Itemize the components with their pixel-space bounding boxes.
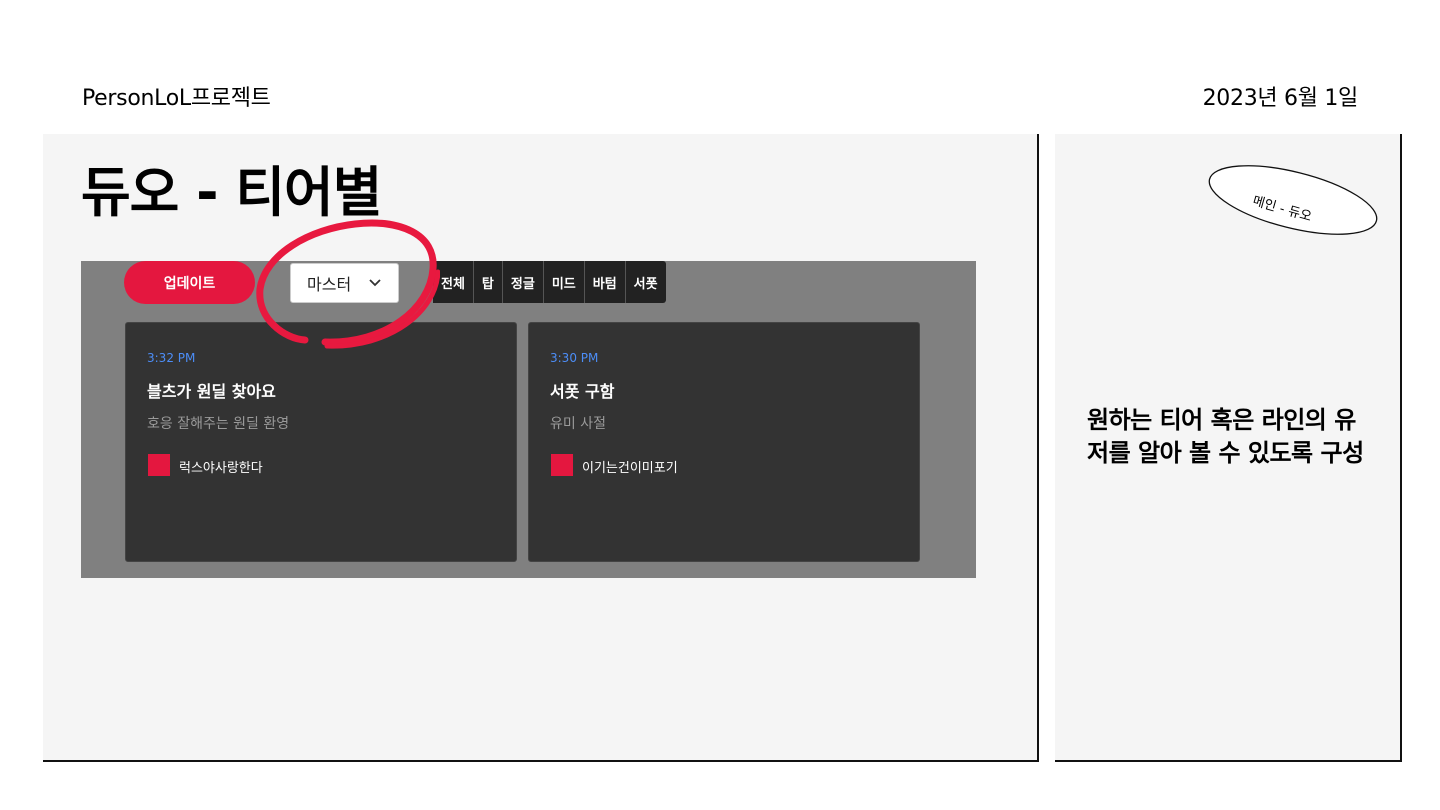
avatar bbox=[551, 454, 573, 476]
lane-tab-all[interactable]: 전체 bbox=[433, 261, 474, 303]
post-time: 3:30 PM bbox=[550, 351, 599, 365]
page-title: 듀오 - 티어별 bbox=[81, 161, 382, 224]
post-title: 블츠가 원딜 찾아요 bbox=[147, 382, 276, 401]
post-description: 호응 잘해주는 원딜 환영 bbox=[147, 416, 290, 432]
tier-select[interactable]: 마스터 bbox=[290, 263, 399, 303]
lane-tab-top[interactable]: 탑 bbox=[474, 261, 503, 303]
tier-select-value: 마스터 bbox=[307, 275, 352, 294]
lane-tab-bottom[interactable]: 바텀 bbox=[585, 261, 626, 303]
lane-tab-support[interactable]: 서폿 bbox=[626, 261, 666, 303]
update-button[interactable]: 업데이트 bbox=[124, 261, 255, 304]
post-description: 유미 사절 bbox=[550, 416, 606, 432]
lane-filter-tabs: 전체 탑 정글 미드 바텀 서폿 bbox=[433, 261, 666, 303]
duo-post-card[interactable]: 3:30 PM 서폿 구함 유미 사절 이기는건이미포기 bbox=[528, 322, 920, 562]
lane-tab-mid[interactable]: 미드 bbox=[544, 261, 585, 303]
duo-page-mockup: 업데이트 마스터 전체 탑 정글 미드 바텀 서폿 3:32 PM 블츠가 원딜… bbox=[81, 261, 976, 578]
chevron-down-icon bbox=[369, 279, 381, 287]
avatar bbox=[148, 454, 170, 476]
lane-tab-jungle[interactable]: 정글 bbox=[503, 261, 544, 303]
feature-description: 원하는 티어 혹은 라인의 유저를 알아 볼 수 있도록 구성 bbox=[1087, 406, 1364, 467]
post-username: 럭스야사랑한다 bbox=[179, 461, 263, 476]
main-slide-panel: 듀오 - 티어별 업데이트 마스터 전체 탑 정글 미드 바텀 서폿 3:32 … bbox=[43, 134, 1039, 762]
slide-date: 2023년 6월 1일 bbox=[1202, 86, 1359, 111]
project-name: PersonLoL프로젝트 bbox=[82, 86, 271, 111]
post-title: 서폿 구함 bbox=[550, 382, 615, 401]
post-username: 이기는건이미포기 bbox=[582, 461, 678, 476]
duo-post-card[interactable]: 3:32 PM 블츠가 원딜 찾아요 호응 잘해주는 원딜 환영 럭스야사랑한다 bbox=[125, 322, 517, 562]
post-time: 3:32 PM bbox=[147, 351, 196, 365]
